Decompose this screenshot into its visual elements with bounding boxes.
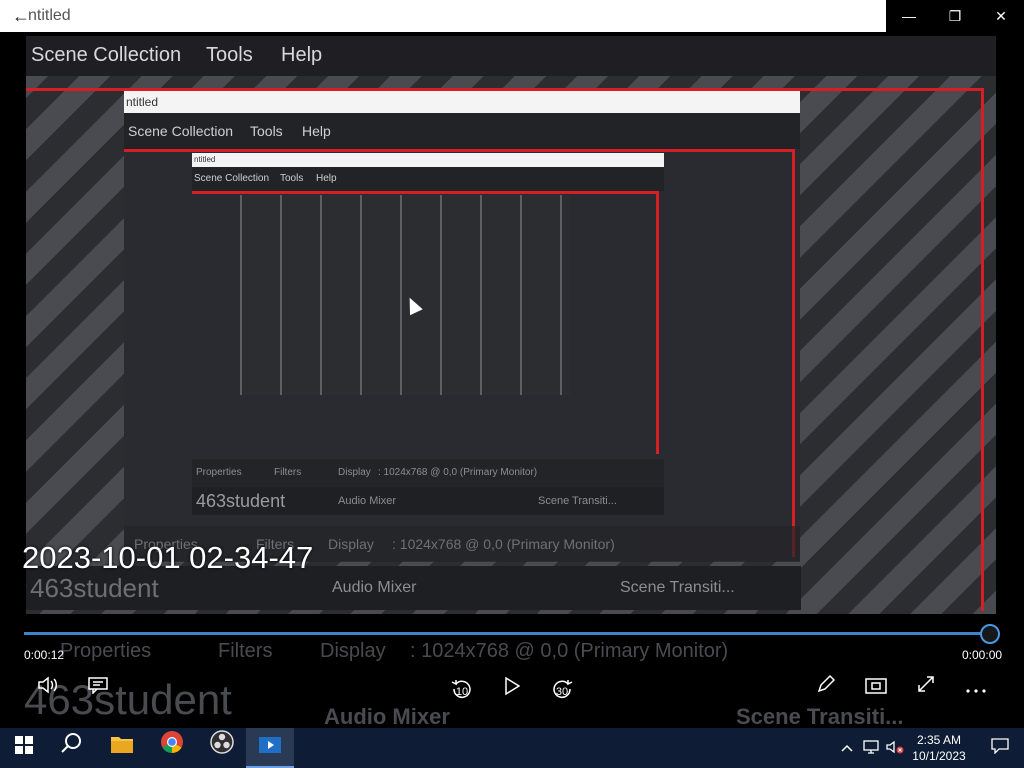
nested-dock-2: 463student Audio Mixer Scene Transiti... [192,487,664,515]
deep-recursion [240,195,570,395]
video-display: Display [328,536,374,552]
file-explorer-icon[interactable] [98,728,146,768]
video-audio: Audio Mixer [332,579,417,596]
title-bar-background [0,0,886,32]
nested-window-2: ntitled Scene Collection Tools Help Prop… [192,153,664,553]
clock-date: 10/1/2023 [912,749,966,763]
volume-icon[interactable] [28,672,68,704]
video-scene-trans: Scene Transiti... [620,579,735,596]
rewind-label: 10 [455,686,469,698]
minimize-button[interactable]: — [886,0,932,32]
progress-bar[interactable] [24,632,990,635]
nested-title-1: ntitled [124,91,800,113]
network-icon[interactable] [860,728,882,768]
timestamp-overlay: 2023-10-01 02-34-47 [22,540,314,575]
miniplayer-icon[interactable] [856,672,896,704]
play-button[interactable] [492,673,532,705]
ghost-monitor: : 1024x768 @ 0,0 (Primary Monitor) [410,640,729,662]
nested-menu-scene: Scene Collection [128,123,234,139]
taskbar: 2:35 AM 10/1/2023 [0,728,1024,768]
current-time: 0:00:12 [24,648,65,662]
clock[interactable]: 2:35 AM 10/1/2023 [906,732,972,764]
movies-tv-icon[interactable] [246,728,294,768]
nested-scene-trans: Scene Transiti... [538,495,617,507]
forward-label: 30 [555,686,569,698]
rewind-10-button[interactable]: 10 [442,674,482,706]
fullscreen-icon[interactable] [906,672,946,704]
video-menu-scene-collection: Scene Collection [31,44,182,66]
nested-filters: Filters [274,467,302,478]
show-hidden-icons-icon[interactable] [836,728,858,768]
forward-30-button[interactable]: 30 [542,674,582,706]
nested-title-2: ntitled [192,153,664,167]
windows-start-icon[interactable] [0,728,48,768]
video-monitor: : 1024x768 @ 0,0 (Primary Monitor) [392,536,615,552]
ghost-properties: Properties [60,640,152,662]
volume-muted-icon[interactable] [884,728,906,768]
nested-menubar-2: Scene Collection Tools Help [192,167,664,191]
close-button[interactable]: ✕ [978,0,1024,32]
nested-menu-help: Help [302,123,331,139]
clock-time: 2:35 AM [916,733,962,747]
notifications-icon[interactable] [976,728,1024,768]
video-menubar: Scene Collection Tools Help [26,36,996,76]
nested-menu-tools: Tools [250,123,283,139]
more-icon[interactable] [956,672,996,704]
nested-monitor: : 1024x768 @ 0,0 (Primary Monitor) [378,467,538,478]
search-icon[interactable] [48,728,96,768]
window-title: ntitled [28,7,71,24]
nested2-menu-tools: Tools [280,173,304,184]
nested-properties: Properties [196,467,242,478]
title-bar: ← ntitled — ❐ ✕ [0,0,1024,32]
restore-button[interactable]: ❐ [932,0,978,32]
chrome-icon[interactable] [148,728,196,768]
video-menu-tools: Tools [206,44,253,66]
total-time: 0:00:00 [962,648,1003,662]
nested-window-1: ntitled Scene Collection Tools Help ntit… [124,91,800,561]
video-frame[interactable]: Scene Collection Tools Help ntitled Scen… [26,36,996,614]
nested-menubar-1: Scene Collection Tools Help [124,113,800,149]
nested-dock-1: Properties Filters Display : 1024x768 @ … [192,459,664,487]
progress-thumb[interactable] [980,624,1000,644]
ghost-scene-transition: Scene Transiti... [736,704,904,729]
nested-audio: Audio Mixer [338,495,397,507]
captions-icon[interactable] [78,672,118,704]
video-menu-help: Help [281,44,323,66]
ghost-filters: Filters [218,640,273,662]
ghost-display: Display [320,640,386,662]
nested-student: 463student [196,491,286,511]
ghost-audio-mixer: Audio Mixer [324,704,450,729]
nested2-menu-help: Help [316,173,337,184]
nested-display: Display [338,467,371,478]
obs-icon[interactable] [198,728,246,768]
nested2-menu-scene: Scene Collection [194,173,270,184]
pencil-icon[interactable] [806,672,846,704]
